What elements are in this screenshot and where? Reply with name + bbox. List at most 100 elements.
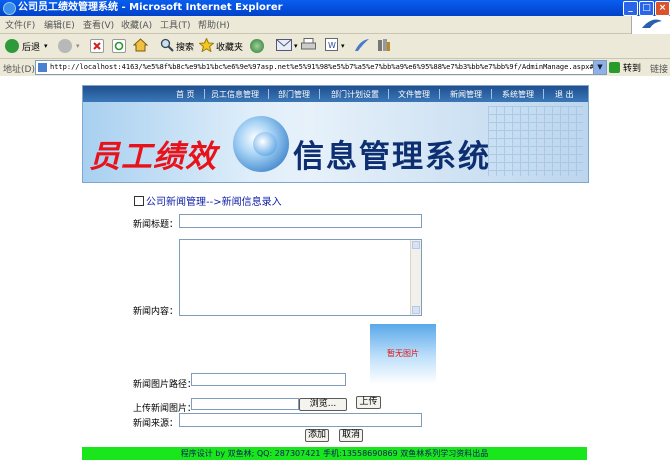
back-dropdown-icon[interactable]: ▾	[44, 42, 48, 50]
nav-bar: 首 页 员工信息管理 部门管理 部门计划设置 文件管理 新闻管理 系统管理 退 …	[83, 86, 588, 102]
no-image-text: 暂无图片	[387, 349, 419, 358]
edit-dropdown-icon[interactable]: ▾	[341, 42, 345, 50]
news-image-preview: 暂无图片	[370, 324, 436, 384]
back-button[interactable]: 后退 ▾	[5, 38, 48, 54]
links-label[interactable]: 链接	[650, 62, 668, 75]
nav-employee-info[interactable]: 员工信息管理	[211, 89, 259, 100]
search-icon	[160, 38, 174, 55]
menu-file[interactable]: 文件(F)	[5, 18, 35, 31]
nav-separator	[204, 89, 205, 99]
add-button[interactable]: 添加	[305, 429, 329, 442]
nav-home[interactable]: 首 页	[176, 89, 195, 100]
messenger-button[interactable]	[354, 38, 370, 54]
menu-favorites[interactable]: 收藏(A)	[121, 18, 152, 31]
stop-icon	[90, 39, 104, 53]
go-label: 转到	[623, 64, 642, 74]
stop-button[interactable]	[90, 38, 104, 54]
news-image-path-input[interactable]	[191, 373, 346, 386]
favorites-button[interactable]: 收藏夹	[198, 36, 244, 54]
messenger-icon	[354, 38, 370, 55]
forward-arrow-icon	[58, 39, 72, 53]
back-label: 后退	[22, 42, 41, 53]
scroll-up-icon[interactable]	[412, 241, 420, 249]
breadcrumb: 公司新闻管理-->新闻信息录入	[134, 193, 282, 208]
menu-bar: 文件(F) 编辑(E) 查看(V) 收藏(A) 工具(T) 帮助(H)	[0, 16, 670, 34]
news-content-textarea[interactable]	[179, 239, 422, 316]
news-source-input[interactable]	[179, 413, 422, 427]
page-footer: 程序设计 by 双鱼林; QQ: 287307421 手机:1355869086…	[82, 447, 587, 460]
search-label: 搜索	[176, 42, 195, 53]
cancel-button[interactable]: 取消	[339, 429, 363, 442]
nav-separator	[319, 89, 320, 99]
address-input[interactable]: http://localhost:4163/%e5%8f%b8c%e9%b1%b…	[35, 60, 607, 75]
home-button[interactable]	[132, 37, 149, 55]
printer-icon	[301, 38, 316, 54]
toolbar: 后退 ▾ ▾ 搜索 收藏夹 ▾ W ▾	[0, 34, 670, 59]
nav-separator	[388, 89, 389, 99]
menu-edit[interactable]: 编辑(E)	[44, 18, 75, 31]
banner-title-right: 信息管理系统	[293, 139, 491, 175]
news-source-label: 新闻来源：	[133, 419, 179, 429]
forward-button[interactable]: ▾	[58, 38, 80, 54]
news-content-label: 新闻内容：	[133, 307, 179, 317]
banner-title-left: 员工绩效	[89, 139, 217, 175]
address-url: http://localhost:4163/%e5%8f%b8c%e9%b1%b…	[50, 63, 594, 71]
ie-app-icon	[3, 2, 16, 15]
edit-icon	[134, 195, 144, 206]
nav-system[interactable]: 系统管理	[502, 89, 534, 100]
forward-dropdown-icon[interactable]: ▾	[76, 42, 80, 50]
nav-separator	[439, 89, 440, 99]
edit-page-button[interactable]: W ▾	[325, 38, 345, 54]
refresh-button[interactable]	[112, 38, 126, 54]
textarea-scrollbar[interactable]	[410, 240, 421, 315]
banner-grid-decoration	[488, 106, 583, 176]
nav-department-plan[interactable]: 部门计划设置	[331, 89, 379, 100]
nav-separator	[491, 89, 492, 99]
page-content: 首 页 员工信息管理 部门管理 部门计划设置 文件管理 新闻管理 系统管理 退 …	[0, 76, 670, 461]
research-button[interactable]	[377, 38, 391, 54]
favorites-label: 收藏夹	[216, 42, 244, 53]
media-button[interactable]	[250, 38, 264, 54]
address-dropdown-icon[interactable]: ▼	[593, 60, 607, 75]
media-icon	[250, 39, 264, 53]
site-banner: 首 页 员工信息管理 部门管理 部门计划设置 文件管理 新闻管理 系统管理 退 …	[82, 85, 589, 183]
banner-orb-small-icon	[253, 132, 277, 156]
nav-logout[interactable]: 退 出	[555, 89, 574, 100]
menu-view[interactable]: 查看(V)	[83, 18, 114, 31]
window-title: 公司员工绩效管理系统 - Microsoft Internet Explorer	[18, 2, 283, 13]
breadcrumb-text: 公司新闻管理-->新闻信息录入	[146, 197, 282, 208]
mail-dropdown-icon[interactable]: ▾	[294, 42, 298, 50]
mail-button[interactable]: ▾	[276, 38, 298, 54]
news-image-path-label: 新闻图片路径：	[133, 380, 197, 390]
nav-files[interactable]: 文件管理	[398, 89, 430, 100]
close-button[interactable]: ×	[655, 1, 670, 16]
refresh-icon	[112, 39, 126, 53]
menu-help[interactable]: 帮助(H)	[198, 18, 230, 31]
scroll-down-icon[interactable]	[412, 306, 420, 314]
go-arrow-icon	[609, 62, 620, 73]
maximize-button[interactable]: □	[639, 1, 654, 16]
print-button[interactable]	[301, 38, 316, 54]
svg-text:W: W	[328, 41, 336, 50]
news-title-label: 新闻标题：	[133, 220, 179, 230]
mail-icon	[276, 38, 292, 54]
upload-file-input[interactable]	[191, 398, 299, 410]
page-icon	[38, 63, 47, 72]
research-icon	[377, 38, 391, 55]
menu-tools[interactable]: 工具(T)	[160, 18, 191, 31]
nav-news[interactable]: 新闻管理	[450, 89, 482, 100]
nav-separator	[543, 89, 544, 99]
home-icon	[132, 37, 149, 55]
nav-department[interactable]: 部门管理	[278, 89, 310, 100]
word-icon: W	[325, 38, 339, 54]
upload-button[interactable]: 上传	[356, 396, 381, 409]
back-arrow-icon	[5, 39, 19, 53]
windows-logo-icon	[631, 16, 670, 34]
browse-button[interactable]: 浏览...	[299, 398, 347, 411]
minimize-button[interactable]: _	[623, 1, 638, 16]
news-title-input[interactable]	[179, 214, 422, 228]
address-bar: 地址(D) http://localhost:4163/%e5%8f%b8c%e…	[0, 59, 670, 77]
go-button[interactable]: 转到	[609, 61, 641, 74]
search-button[interactable]: 搜索	[160, 38, 194, 54]
address-label: 地址(D)	[3, 65, 35, 75]
